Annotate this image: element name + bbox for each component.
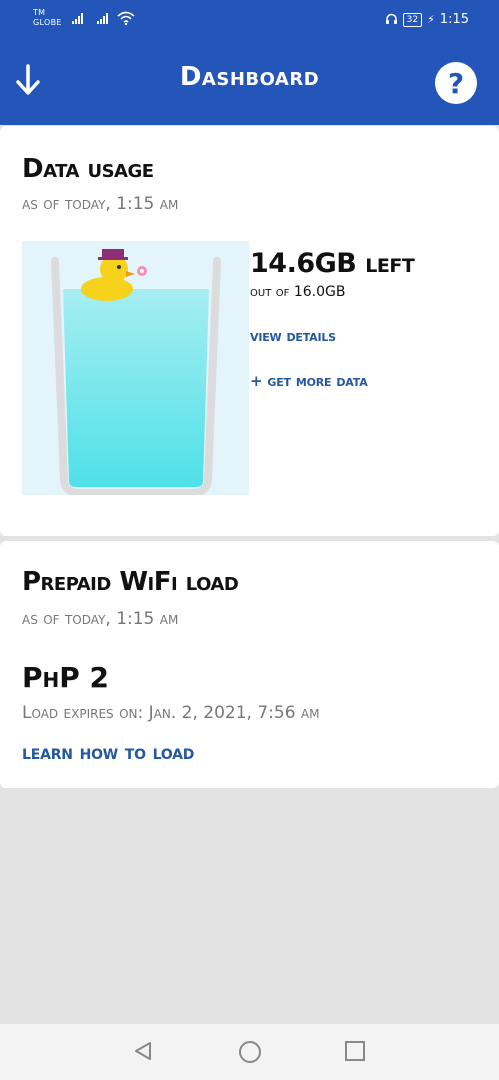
help-button[interactable]: ? xyxy=(435,62,477,104)
headset-icon xyxy=(385,13,397,24)
carrier-name: GLOBE xyxy=(33,18,62,27)
status-bar: TM GLOBE 32 ⚡ 1:15 xyxy=(0,0,499,40)
app-header: TM GLOBE 32 ⚡ 1:15 Dashboard ? xyxy=(0,0,499,125)
carrier-mark: TM xyxy=(33,8,46,17)
view-details-link[interactable]: view details xyxy=(250,327,336,345)
question-icon: ? xyxy=(447,66,465,100)
wifi-load-title: Prepaid WiFi load xyxy=(22,567,239,597)
battery-icon: 32 xyxy=(402,12,423,27)
data-usage-title: Data usage xyxy=(22,154,154,184)
page-title: Dashboard xyxy=(179,62,320,92)
load-expiry: Load expires on: Jan. 2, 2021, 7:56 am xyxy=(22,703,320,723)
data-left: 14.6GB left xyxy=(250,248,415,279)
system-nav-bar xyxy=(0,1024,499,1080)
recents-icon[interactable] xyxy=(344,1040,366,1062)
carrier-label: TM GLOBE xyxy=(33,8,62,28)
load-balance: PhP 2 xyxy=(22,661,110,694)
data-usage-as-of: as of today, 1:15 am xyxy=(22,194,179,214)
wifi-load-card: Prepaid WiFi load as of today, 1:15 am P… xyxy=(0,541,499,788)
back-icon[interactable] xyxy=(132,1040,154,1062)
home-icon[interactable] xyxy=(238,1040,262,1064)
signal-icon-2 xyxy=(97,12,108,24)
wifi-load-as-of: as of today, 1:15 am xyxy=(22,609,179,629)
glass-illustration xyxy=(22,241,249,497)
get-more-data-link[interactable]: + get more data xyxy=(250,372,368,390)
learn-how-to-load-link[interactable]: learn how to load xyxy=(22,740,194,764)
signal-icon xyxy=(72,12,83,24)
status-right: 32 ⚡ 1:15 xyxy=(385,12,469,27)
wifi-icon xyxy=(117,11,135,26)
status-time: 1:15 xyxy=(439,12,469,27)
charging-icon: ⚡ xyxy=(427,13,435,26)
data-total: out of 16.0GB xyxy=(250,284,346,300)
water-glass-icon xyxy=(51,249,221,497)
data-usage-card: Data usage as of today, 1:15 am 14.6GB l… xyxy=(0,126,499,536)
